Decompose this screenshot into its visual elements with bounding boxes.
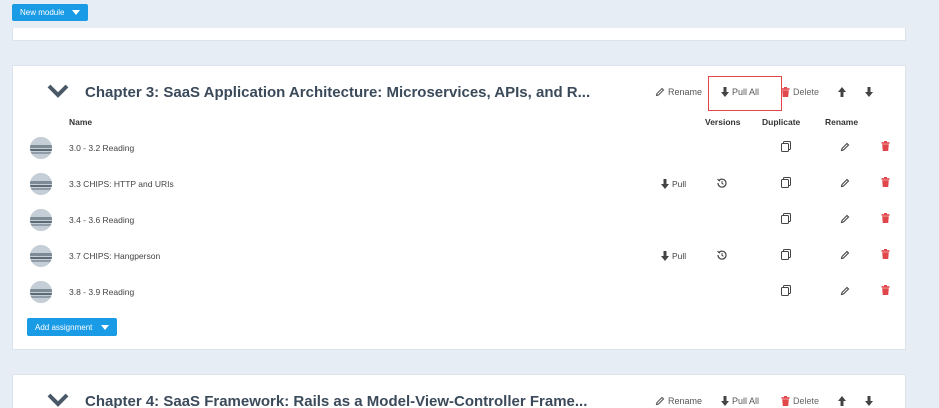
- column-header-duplicate: Duplicate: [762, 117, 801, 127]
- pull-label: Pull: [672, 251, 687, 261]
- chevron-down-icon[interactable]: [47, 393, 69, 407]
- assignment-row: 3.8 - 3.9 Reading: [13, 280, 905, 304]
- assignment-name[interactable]: 3.0 - 3.2 Reading: [69, 143, 134, 153]
- pull-button[interactable]: Pull: [661, 251, 686, 261]
- pull-label: Pull: [672, 179, 687, 189]
- caret-down-icon: [72, 10, 81, 15]
- column-header-rename: Rename: [825, 117, 859, 127]
- pencil-icon[interactable]: [840, 142, 850, 152]
- pull-all-label: Pull All: [732, 396, 760, 406]
- assignment-name[interactable]: 3.8 - 3.9 Reading: [69, 287, 134, 297]
- assignment-name[interactable]: 3.7 CHIPS: Hangperson: [69, 251, 160, 261]
- move-down-icon[interactable]: [865, 87, 873, 97]
- pull-all-button[interactable]: Pull All: [721, 396, 759, 406]
- delete-module-button[interactable]: Delete: [781, 396, 819, 406]
- rename-label: Rename: [668, 396, 703, 406]
- pencil-icon[interactable]: [840, 250, 850, 260]
- history-icon[interactable]: [717, 250, 727, 260]
- rename-label: Rename: [668, 87, 703, 97]
- new-module-button[interactable]: New module: [12, 4, 89, 21]
- delete-label: Delete: [793, 396, 820, 406]
- duplicate-icon[interactable]: [781, 177, 791, 188]
- duplicate-icon[interactable]: [781, 141, 791, 152]
- rename-module-button[interactable]: Rename: [655, 87, 702, 97]
- module-title: Chapter 3: SaaS Application Architecture…: [85, 84, 591, 101]
- assignment-name[interactable]: 3.3 CHIPS: HTTP and URIs: [69, 179, 174, 189]
- delete-label: Delete: [793, 87, 820, 97]
- column-header-versions: Versions: [705, 117, 741, 127]
- pencil-icon[interactable]: [840, 178, 850, 188]
- arrow-down-icon: [661, 251, 669, 261]
- trash-icon[interactable]: [881, 285, 890, 295]
- trash-icon[interactable]: [881, 177, 890, 187]
- previous-module-panel: [12, 28, 906, 41]
- assignment-avatar: [30, 137, 52, 159]
- pencil-icon: [655, 87, 665, 97]
- assignment-avatar: [30, 281, 52, 303]
- assignment-row: 3.4 - 3.6 Reading: [13, 208, 905, 232]
- history-icon[interactable]: [717, 178, 727, 188]
- pencil-icon[interactable]: [840, 286, 850, 296]
- add-assignment-label: Add assignment: [35, 322, 93, 332]
- trash-icon[interactable]: [881, 141, 890, 151]
- module-title: Chapter 4: SaaS Framework: Rails as a Mo…: [85, 393, 588, 408]
- assignment-row: 3.3 CHIPS: HTTP and URIs Pull: [13, 172, 905, 196]
- module-chapter-4: Chapter 4: SaaS Framework: Rails as a Mo…: [12, 374, 906, 408]
- trash-icon[interactable]: [881, 249, 890, 259]
- module-chapter-3: Chapter 3: SaaS Application Architecture…: [12, 65, 906, 350]
- arrow-down-icon: [721, 396, 729, 406]
- assignment-row: 3.7 CHIPS: Hangperson Pull: [13, 244, 905, 268]
- caret-down-icon: [101, 324, 110, 330]
- duplicate-icon[interactable]: [781, 285, 791, 296]
- pencil-icon[interactable]: [840, 214, 850, 224]
- assignment-avatar: [30, 173, 52, 195]
- trash-icon: [781, 396, 790, 406]
- pencil-icon: [655, 396, 665, 406]
- chevron-down-icon[interactable]: [47, 84, 69, 98]
- pull-button[interactable]: Pull: [661, 179, 686, 189]
- move-down-icon[interactable]: [865, 396, 873, 406]
- move-up-icon[interactable]: [838, 87, 846, 97]
- highlight-box: [708, 76, 782, 111]
- duplicate-icon[interactable]: [781, 213, 791, 224]
- column-header-name: Name: [69, 117, 93, 127]
- new-module-label: New module: [20, 8, 65, 17]
- trash-icon[interactable]: [881, 213, 890, 223]
- arrow-down-icon: [661, 179, 669, 189]
- assignment-avatar: [30, 245, 52, 267]
- move-up-icon[interactable]: [838, 396, 846, 406]
- delete-module-button[interactable]: Delete: [781, 87, 819, 97]
- assignment-row: 3.0 - 3.2 Reading: [13, 136, 905, 160]
- assignment-avatar: [30, 209, 52, 231]
- trash-icon: [781, 87, 790, 97]
- add-assignment-button[interactable]: Add assignment: [27, 318, 118, 336]
- duplicate-icon[interactable]: [781, 249, 791, 260]
- rename-module-button[interactable]: Rename: [655, 396, 702, 406]
- assignment-name[interactable]: 3.4 - 3.6 Reading: [69, 215, 134, 225]
